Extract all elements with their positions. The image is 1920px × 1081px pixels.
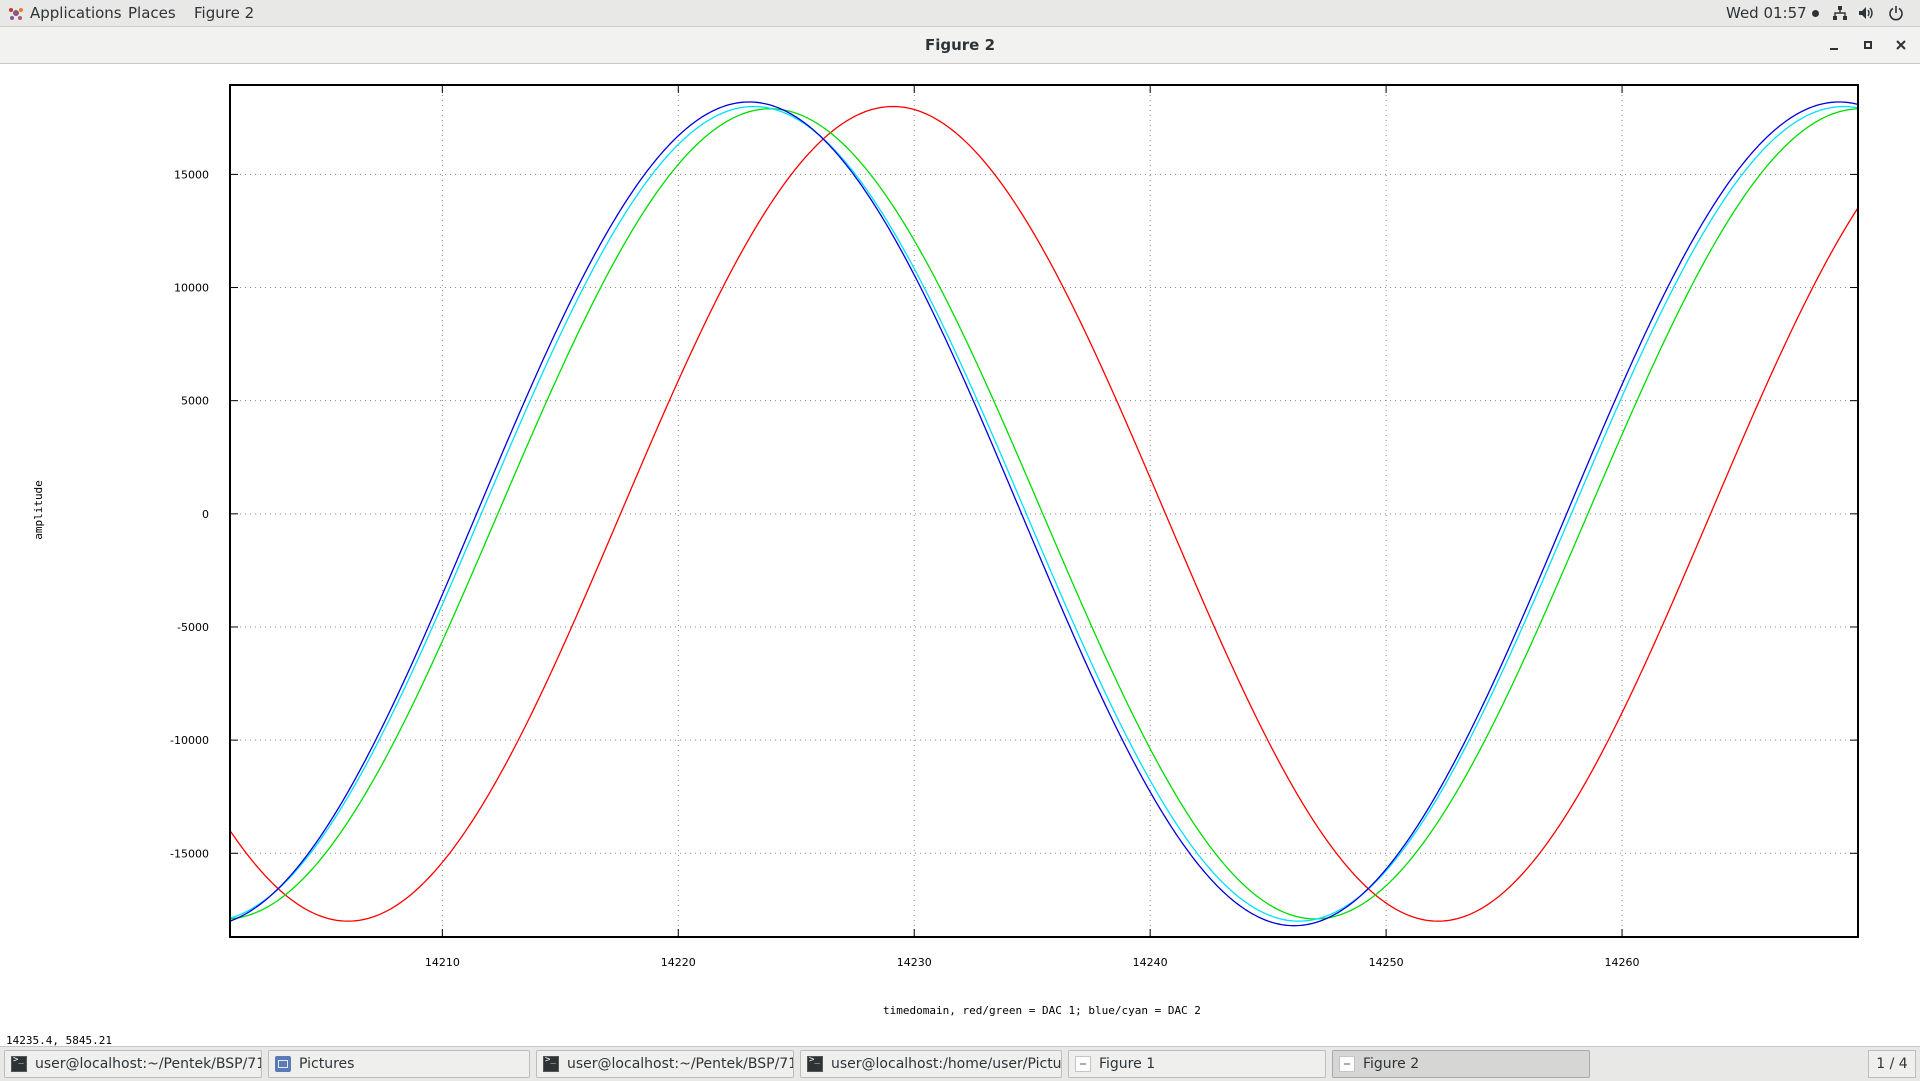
series-line-1 <box>229 105 1859 922</box>
places-menu[interactable]: Places <box>128 4 176 22</box>
x-tick-label: 14230 <box>897 956 932 969</box>
y-tick-label: -15000 <box>170 847 209 860</box>
window-title: Figure 2 <box>924 36 996 54</box>
task-terminal-2[interactable]: user@localhost:~/Pentek/BSP/7113... <box>536 1050 794 1078</box>
minimize-button[interactable] <box>1825 36 1843 54</box>
terminal-icon <box>543 1055 559 1072</box>
y-axis-label: amplitude <box>32 480 45 540</box>
clock-label: Wed 01:57 <box>1726 4 1807 22</box>
clock[interactable]: Wed 01:57 <box>1726 4 1819 22</box>
series-line-4 <box>229 101 1859 927</box>
power-icon[interactable] <box>1888 5 1904 21</box>
y-tick-label: -5000 <box>177 621 209 634</box>
figure-canvas[interactable]: 14210 14220 14230 14240 14250 14260 15000 10000… <box>0 64 1920 1044</box>
x-tick-label: 14210 <box>425 956 460 969</box>
task-terminal-1[interactable]: user@localhost:~/Pentek/BSP/7113... <box>4 1050 262 1078</box>
minimize-icon <box>1830 48 1838 50</box>
folder-icon <box>275 1056 291 1072</box>
task-label: user@localhost:~/Pentek/BSP/7113... <box>35 1056 261 1072</box>
terminal-icon <box>807 1055 823 1072</box>
line-chart[interactable]: 14210 14220 14230 14240 14250 14260 15000 10000… <box>0 64 1920 1044</box>
maximize-icon <box>1864 41 1872 49</box>
x-tick-label: 14250 <box>1369 956 1404 969</box>
y-tick-label: 5000 <box>181 395 209 408</box>
task-label: user@localhost:~/Pentek/BSP/7113... <box>567 1056 793 1072</box>
x-tick-label: 14260 <box>1605 956 1640 969</box>
task-figure-2[interactable]: Figure 2 <box>1332 1050 1590 1078</box>
y-tick-label: 10000 <box>174 282 209 295</box>
close-icon <box>1896 40 1906 50</box>
window-titlebar[interactable]: Figure 2 <box>0 27 1920 64</box>
network-icon[interactable] <box>1832 5 1848 21</box>
notification-dot-icon <box>1811 9 1819 17</box>
task-figure-1[interactable]: Figure 1 <box>1068 1050 1326 1078</box>
window-list: user@localhost:~/Pentek/BSP/7113... Pict… <box>0 1046 1920 1081</box>
y-tick-label: 0 <box>202 508 209 521</box>
x-tick-label: 14240 <box>1133 956 1168 969</box>
applications-menu[interactable]: Applications <box>8 4 122 22</box>
app-menu[interactable]: Figure 2 <box>194 4 254 22</box>
y-tick-label: -10000 <box>170 734 209 747</box>
plot-frame <box>229 84 1859 938</box>
close-button[interactable] <box>1892 36 1910 54</box>
y-tick-label: 15000 <box>174 168 209 181</box>
figure-icon <box>1075 1056 1091 1072</box>
task-label: Pictures <box>299 1056 355 1072</box>
x-axis-label: timedomain, red/green = DAC 1; blue/cyan… <box>883 1004 1201 1017</box>
task-label: Figure 2 <box>1363 1056 1420 1072</box>
workspace-switcher[interactable]: 1 / 4 <box>1868 1050 1916 1078</box>
applications-icon <box>9 8 23 20</box>
task-pictures[interactable]: Pictures <box>268 1050 530 1078</box>
top-panel: Applications Places Figure 2 Wed 01:57 <box>0 0 1920 27</box>
series-line-2 <box>229 108 1859 920</box>
applications-label: Applications <box>30 4 122 22</box>
terminal-icon <box>11 1055 27 1072</box>
task-label: user@localhost:/home/user/Pictures... <box>831 1056 1062 1072</box>
series-line-3 <box>229 105 1859 922</box>
figure-icon <box>1339 1056 1355 1072</box>
task-terminal-3[interactable]: user@localhost:/home/user/Pictures... <box>800 1050 1062 1078</box>
maximize-button[interactable] <box>1859 36 1877 54</box>
x-tick-label: 14220 <box>661 956 696 969</box>
volume-icon[interactable] <box>1858 5 1874 21</box>
task-label: Figure 1 <box>1099 1056 1156 1072</box>
